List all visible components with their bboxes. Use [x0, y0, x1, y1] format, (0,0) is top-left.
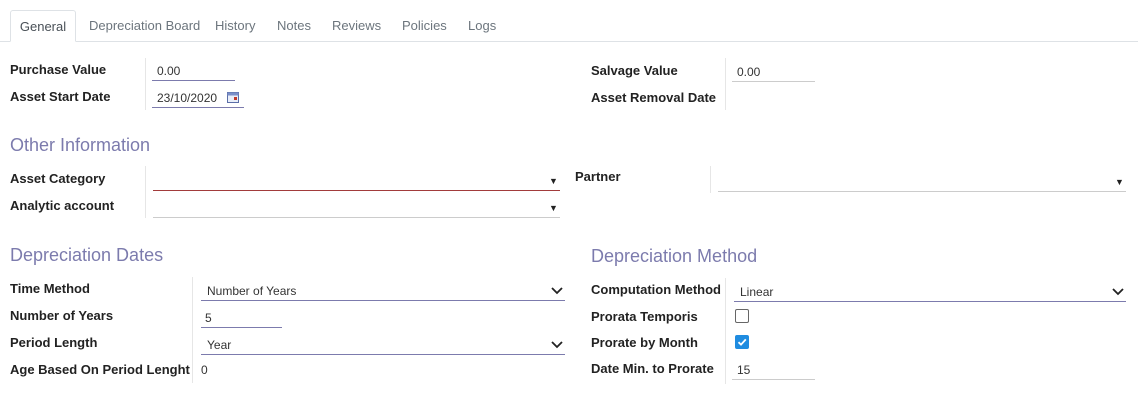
- other-information-title: Other Information: [10, 135, 151, 155]
- asset-start-date-label: Asset Start Date: [10, 89, 111, 104]
- salvage-value-label: Salvage Value: [591, 63, 678, 78]
- field-divider: [725, 278, 726, 384]
- chevron-down-icon[interactable]: [1112, 286, 1124, 296]
- time-method-label: Time Method: [10, 281, 90, 296]
- purchase-value-label: Purchase Value: [10, 62, 107, 77]
- partner-select[interactable]: ▼: [718, 172, 1126, 192]
- number-of-years-value: 5: [205, 311, 212, 325]
- chevron-down-icon[interactable]: [551, 339, 563, 349]
- age-based-on-period-label: Age Based On Period Lenght: [10, 362, 190, 377]
- asset-start-date-input[interactable]: 23/10/2020: [152, 88, 244, 108]
- asset-start-date: 23/10/2020: [157, 91, 218, 105]
- chevron-down-icon[interactable]: [551, 285, 563, 295]
- date-min-prorate-value: 15: [737, 363, 751, 377]
- tab-depreciation-board[interactable]: Depreciation Board: [89, 10, 200, 42]
- prorata-temporis-label: Prorata Temporis: [591, 309, 698, 324]
- period-length-select[interactable]: Year: [201, 335, 565, 355]
- prorate-by-month-checkbox[interactable]: [735, 335, 749, 349]
- dropdown-caret-icon[interactable]: ▼: [549, 176, 558, 186]
- depreciation-method-title: Depreciation Method: [591, 246, 758, 266]
- prorate-by-month-label: Prorate by Month: [591, 335, 698, 350]
- number-of-years-label: Number of Years: [10, 308, 114, 323]
- analytic-account-select[interactable]: ▼: [153, 198, 560, 218]
- computation-method-select[interactable]: Linear: [734, 282, 1126, 302]
- asset-category-label: Asset Category: [10, 171, 106, 186]
- asset-removal-date-label: Asset Removal Date: [591, 90, 716, 105]
- partner-label: Partner: [575, 169, 621, 184]
- dropdown-caret-icon[interactable]: ▼: [1115, 177, 1124, 187]
- salvage-value-input[interactable]: 0.00: [732, 62, 815, 82]
- period-length-label: Period Length: [10, 335, 98, 350]
- computation-method-value: Linear: [740, 285, 774, 299]
- tab-reviews[interactable]: Reviews: [332, 10, 381, 42]
- purchase-value-input[interactable]: 0.00: [152, 61, 235, 81]
- tab-logs[interactable]: Logs: [468, 10, 496, 42]
- tab-policies[interactable]: Policies: [402, 10, 447, 42]
- date-min-prorate-label: Date Min. to Prorate: [591, 361, 714, 376]
- checkmark-icon: [737, 338, 747, 346]
- tab-general[interactable]: General: [10, 10, 76, 42]
- asset-category-select[interactable]: ▼: [153, 171, 560, 191]
- date-min-prorate-input[interactable]: 15: [732, 360, 815, 380]
- number-of-years-input[interactable]: 5: [201, 308, 282, 328]
- salvage-value: 0.00: [737, 65, 761, 79]
- prorata-temporis-checkbox[interactable]: [735, 309, 749, 323]
- field-divider: [145, 166, 146, 218]
- calendar-icon[interactable]: [227, 92, 239, 103]
- computation-method-label: Computation Method: [591, 282, 721, 297]
- tab-notes[interactable]: Notes: [277, 10, 311, 42]
- field-divider: [725, 58, 726, 110]
- dropdown-caret-icon[interactable]: ▼: [549, 203, 558, 213]
- field-divider: [192, 277, 193, 383]
- time-method-select[interactable]: Number of Years: [201, 281, 565, 301]
- depreciation-dates-title: Depreciation Dates: [10, 245, 164, 265]
- period-length-value: Year: [207, 338, 232, 352]
- age-based-on-period-value: 0: [201, 363, 208, 377]
- analytic-account-label: Analytic account: [10, 198, 115, 213]
- field-divider: [145, 58, 146, 110]
- notebook-tabs: General Depreciation Board History Notes…: [0, 0, 1138, 42]
- field-divider: [710, 166, 711, 193]
- time-method-value: Number of Years: [207, 284, 297, 298]
- purchase-value: 0.00: [157, 64, 181, 78]
- tab-history[interactable]: History: [215, 10, 255, 42]
